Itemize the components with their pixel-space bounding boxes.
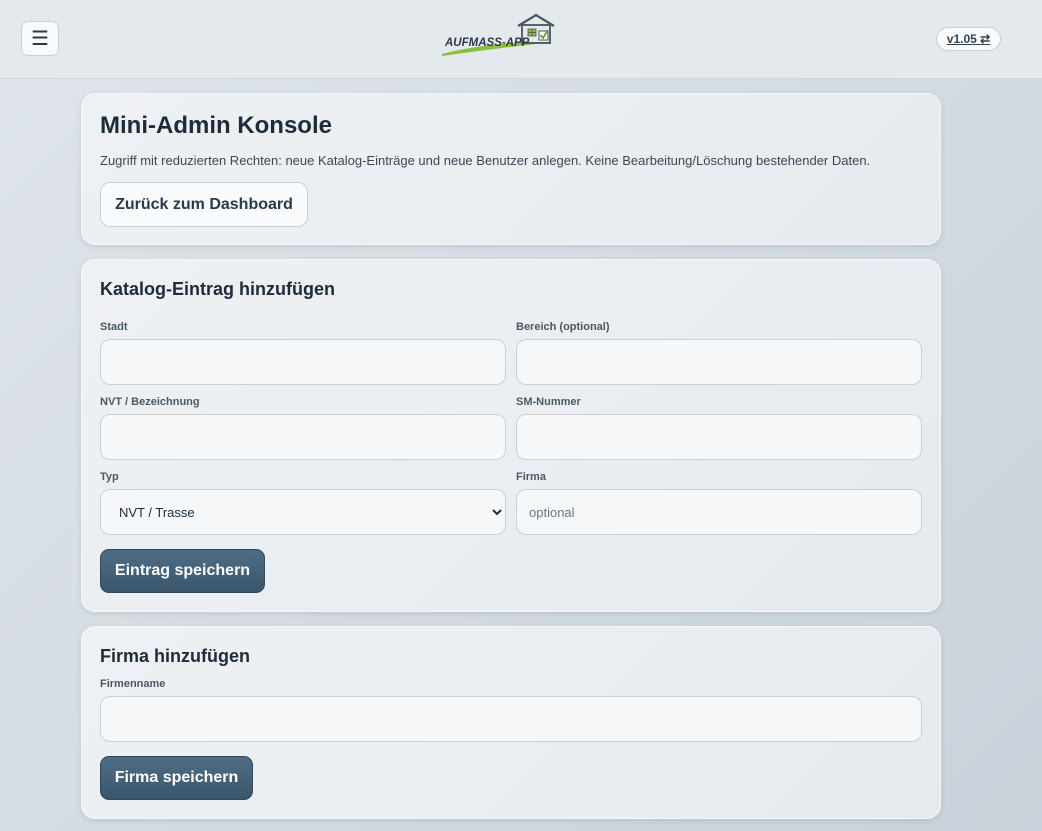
sm-nummer-input[interactable] — [516, 414, 922, 460]
menu-button[interactable]: ☰ — [21, 21, 59, 56]
console-card: Mini-Admin Konsole Zugriff mit reduziert… — [81, 93, 941, 245]
bereich-input[interactable] — [516, 339, 922, 385]
company-section-title: Firma hinzufügen — [100, 646, 250, 666]
app-logo: AUFMASS-APP — [442, 13, 555, 56]
nvt-label: NVT / Bezeichnung — [100, 396, 200, 408]
back-to-dashboard-button[interactable]: Zurück zum Dashboard — [100, 182, 308, 227]
sm-nummer-label: SM-Nummer — [516, 396, 581, 408]
save-company-button[interactable]: Firma speichern — [100, 756, 253, 800]
firmenname-label: Firmenname — [100, 678, 166, 690]
stadt-label: Stadt — [100, 321, 128, 333]
nvt-input[interactable] — [100, 414, 506, 460]
console-description: Zugriff mit reduzierten Rechten: neue Ka… — [100, 153, 871, 168]
catalog-section-title: Katalog-Eintrag hinzufügen — [100, 279, 335, 299]
typ-label: Typ — [100, 471, 119, 483]
firmenname-input[interactable] — [100, 696, 922, 742]
firma-input[interactable] — [516, 489, 922, 535]
page-title: Mini-Admin Konsole — [100, 112, 332, 139]
firma-label: Firma — [516, 471, 546, 483]
catalog-entry-card: Katalog-Eintrag hinzufügen Stadt Bereich… — [81, 259, 941, 612]
logo-text: AUFMASS-APP — [444, 37, 530, 49]
save-entry-button[interactable]: Eintrag speichern — [100, 549, 265, 593]
company-card: Firma hinzufügen Firmenname Firma speich… — [81, 626, 941, 819]
top-bar: ☰ AUFMASS-APP v1.05 ⇄ — [0, 0, 1042, 79]
hamburger-icon: ☰ — [31, 28, 49, 50]
typ-select[interactable]: NVT / Trasse — [100, 489, 506, 535]
stadt-input[interactable] — [100, 339, 506, 385]
bereich-label: Bereich (optional) — [516, 321, 610, 333]
version-button[interactable]: v1.05 ⇄ — [936, 27, 1001, 51]
